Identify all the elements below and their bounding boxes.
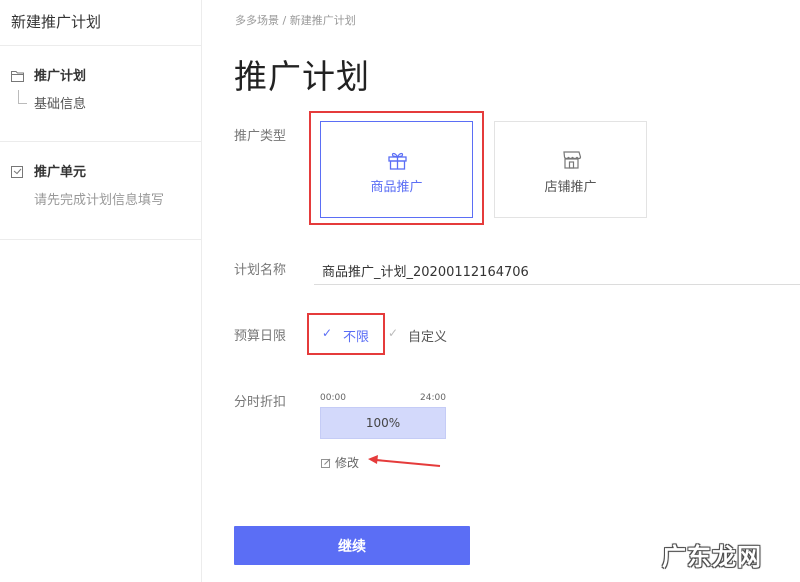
- type-card-store[interactable]: 店铺推广: [494, 121, 647, 218]
- budget-option-custom[interactable]: ✓ 自定义: [388, 326, 447, 345]
- name-label: 计划名称: [234, 263, 287, 278]
- check-icon: ✓: [322, 326, 333, 340]
- sidebar-item-unit[interactable]: 推广单元: [0, 164, 201, 184]
- budget-label: 预算日限: [234, 329, 287, 344]
- discount-label: 分时折扣: [234, 395, 287, 410]
- budget-option-unlimited[interactable]: ✓ 不限: [322, 326, 369, 345]
- sidebar-item-plan-label: 推广计划: [34, 69, 87, 84]
- arrow-annotation-icon: [368, 455, 441, 467]
- time-end-label: 24:00: [420, 393, 446, 403]
- sidebar-subitem-hint: 请先完成计划信息填写: [34, 193, 165, 208]
- time-start-label: 00:00: [320, 393, 346, 403]
- sidebar: 新建推广计划 推广计划 基础信息 推广单元 请先完成计划信息填写: [0, 0, 202, 582]
- sidebar-section-plan[interactable]: 推广计划 基础信息: [0, 46, 201, 142]
- watermark-logo: 广东龙网: [662, 543, 762, 571]
- checkbox-icon: [11, 166, 23, 178]
- sidebar-title: 新建推广计划: [0, 0, 201, 46]
- type-card-store-label: 店铺推广: [544, 180, 597, 195]
- edit-icon: [321, 458, 331, 468]
- sidebar-item-unit-label: 推广单元: [34, 165, 87, 180]
- type-card-product-label: 商品推广: [370, 180, 423, 195]
- main-content: 多多场景 / 新建推广计划 推广计划 推广类型 商品推广 店铺推广 计划名称 预…: [202, 0, 800, 582]
- sidebar-item-plan[interactable]: 推广计划: [0, 68, 201, 88]
- page-title: 推广计划: [234, 57, 370, 96]
- continue-button[interactable]: 继续: [234, 526, 470, 565]
- sidebar-subitem-label: 基础信息: [34, 97, 87, 112]
- sidebar-subitem-basic-info[interactable]: 基础信息: [0, 90, 201, 114]
- gift-icon: [388, 152, 407, 170]
- sidebar-section-unit[interactable]: 推广单元 请先完成计划信息填写: [0, 142, 201, 240]
- plan-name-input[interactable]: [314, 257, 800, 285]
- edit-label: 修改: [335, 456, 360, 470]
- type-card-product[interactable]: 商品推广: [320, 121, 473, 218]
- check-icon: ✓: [388, 326, 399, 340]
- edit-discount-link[interactable]: 修改: [321, 454, 359, 471]
- folder-icon: [11, 71, 24, 82]
- budget-option-custom-label: 自定义: [408, 330, 448, 345]
- type-label: 推广类型: [234, 129, 287, 144]
- budget-option-unlimited-label: 不限: [343, 330, 370, 345]
- breadcrumb[interactable]: 多多场景 / 新建推广计划: [235, 12, 356, 28]
- discount-bar[interactable]: 100%: [320, 407, 446, 439]
- store-icon: [563, 151, 582, 169]
- tree-connector: [18, 90, 27, 104]
